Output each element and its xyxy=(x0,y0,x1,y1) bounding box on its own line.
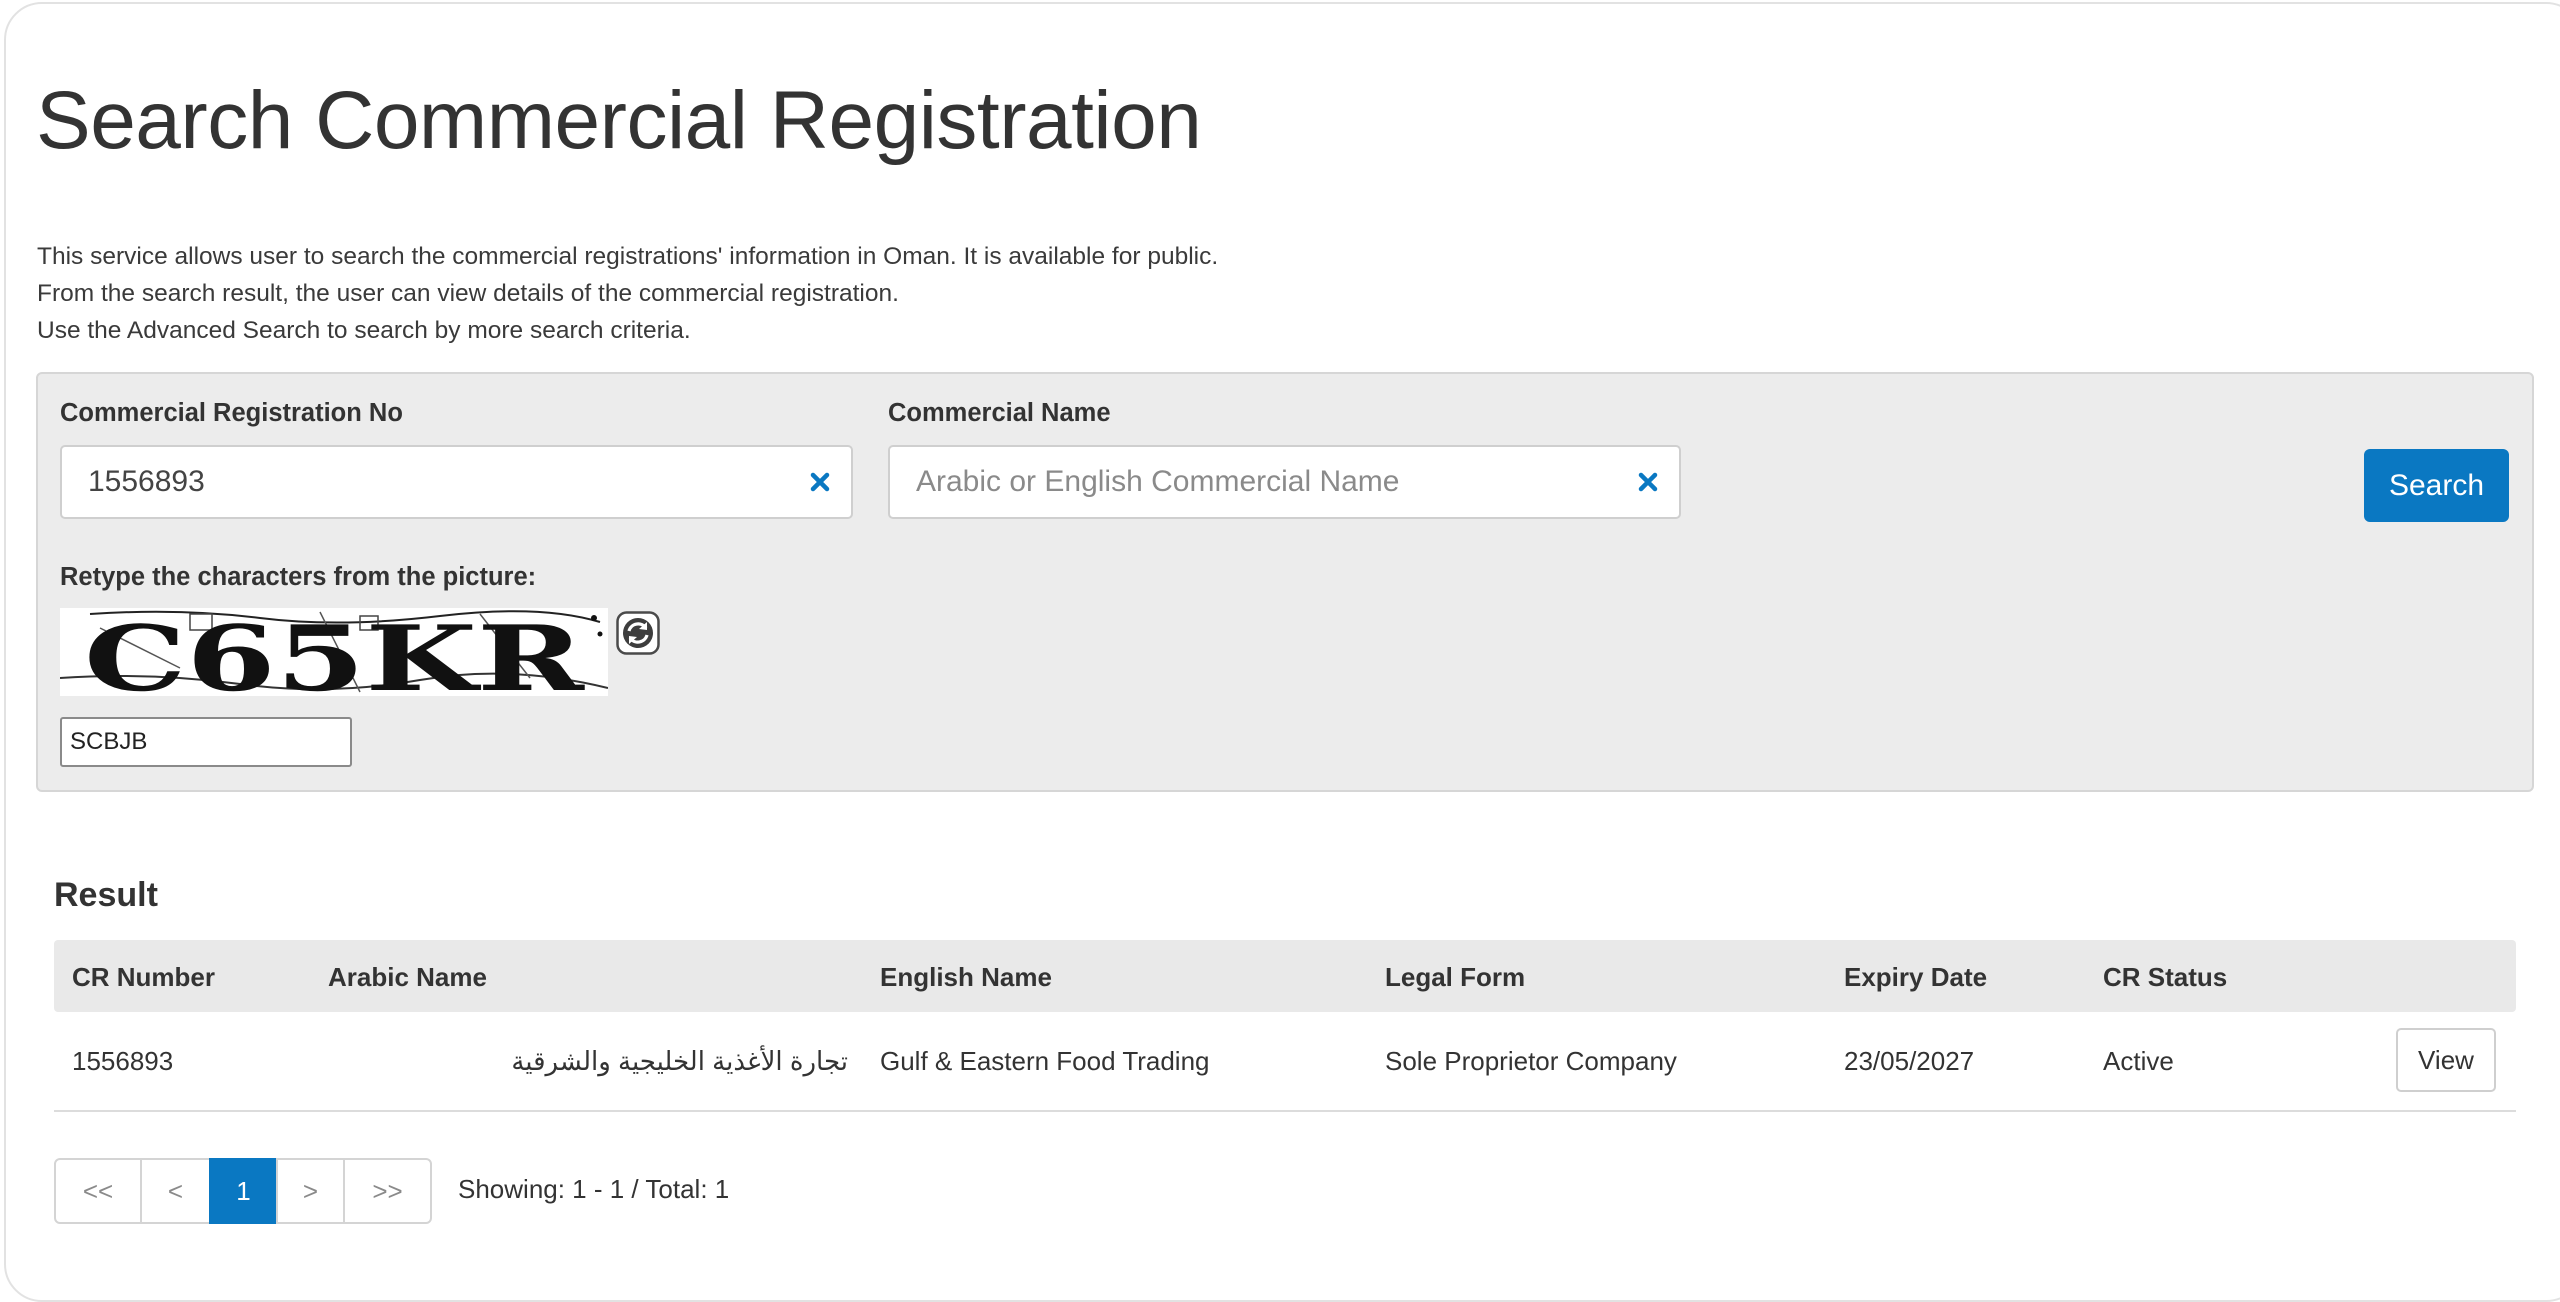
page-title: Search Commercial Registration xyxy=(36,75,1202,166)
cell-legal-form: Sole Proprietor Company xyxy=(1385,1046,1677,1076)
refresh-captcha-icon[interactable] xyxy=(616,611,660,655)
cr-number-input[interactable] xyxy=(62,447,851,517)
cell-cr-number: 1556893 xyxy=(72,1046,174,1076)
captcha-label: Retype the characters from the picture: xyxy=(60,563,537,591)
first-page-button[interactable]: << xyxy=(54,1158,142,1224)
view-button[interactable]: View xyxy=(2396,1028,2496,1092)
cr-number-field xyxy=(60,445,853,519)
previous-page-button[interactable]: < xyxy=(140,1158,211,1224)
cell-arabic-name: تجارة الأغذية الخليجية والشرقية xyxy=(511,1046,848,1076)
clear-commercial-name-icon[interactable] xyxy=(1631,465,1665,499)
column-header-english-name: English Name xyxy=(880,962,1052,992)
page-1-button[interactable]: 1 xyxy=(209,1158,278,1224)
column-header-cr-number: CR Number xyxy=(72,962,216,992)
commercial-name-field xyxy=(888,445,1681,519)
search-button[interactable]: Search xyxy=(2364,449,2509,522)
svg-text:C65KR: C65KR xyxy=(84,608,586,696)
clear-cr-number-icon[interactable] xyxy=(803,465,837,499)
description-line-1: This service allows user to search the c… xyxy=(37,243,1219,270)
result-heading: Result xyxy=(54,876,158,914)
commercial-name-label: Commercial Name xyxy=(888,399,1111,427)
pagination: << < 1 > >> xyxy=(54,1158,432,1224)
table-header: CR Number Arabic Name English Name Legal… xyxy=(54,940,2516,1012)
cell-expiry-date: 23/05/2027 xyxy=(1844,1046,1975,1076)
captcha-input[interactable] xyxy=(60,717,352,767)
cell-english-name: Gulf & Eastern Food Trading xyxy=(880,1046,1210,1076)
column-header-arabic-name: Arabic Name xyxy=(328,962,487,992)
description-line-2: From the search result, the user can vie… xyxy=(37,280,899,307)
description-line-3: Use the Advanced Search to search by mor… xyxy=(37,317,691,344)
pagination-summary: Showing: 1 - 1 / Total: 1 xyxy=(458,1174,730,1204)
table-row: 1556893 تجارة الأغذية الخليجية والشرقية … xyxy=(54,1012,2516,1112)
last-page-button[interactable]: >> xyxy=(343,1158,432,1224)
next-page-button[interactable]: > xyxy=(276,1158,345,1224)
cr-number-label: Commercial Registration No xyxy=(60,399,403,427)
commercial-name-input[interactable] xyxy=(890,447,1679,517)
column-header-legal-form: Legal Form xyxy=(1385,962,1526,992)
captcha-image: C65KR xyxy=(60,608,608,696)
column-header-expiry-date: Expiry Date xyxy=(1844,962,1988,992)
column-header-cr-status: CR Status xyxy=(2103,962,2228,992)
cell-cr-status: Active xyxy=(2103,1046,2174,1076)
